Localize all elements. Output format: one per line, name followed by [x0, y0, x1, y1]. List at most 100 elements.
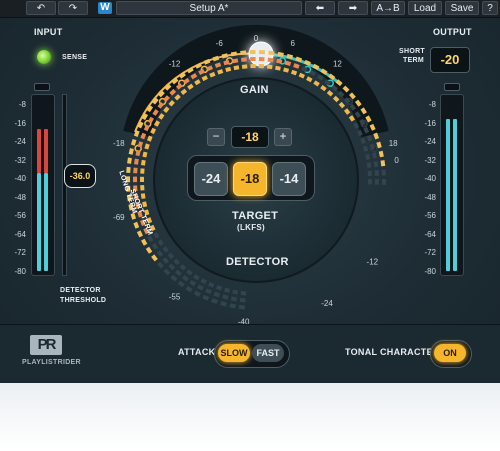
detector-segment	[239, 297, 246, 303]
detector-segment	[359, 118, 366, 126]
detector-segment	[306, 76, 313, 83]
detector-segment	[130, 139, 137, 146]
detector-segment	[212, 55, 220, 62]
detector-scale-label: -24	[321, 299, 333, 308]
detector-segment	[293, 63, 300, 69]
detector-segment	[197, 284, 204, 291]
detector-scale-label: 0	[394, 156, 399, 165]
gain-scale-label: 6	[291, 39, 296, 48]
output-meter-tick-label: -64	[424, 229, 436, 239]
detector-segment	[230, 296, 238, 302]
detector-segment	[366, 135, 373, 142]
target-preset-minus14[interactable]: -14	[272, 162, 306, 196]
detector-segment	[175, 83, 183, 90]
detector-segment	[142, 151, 148, 158]
detector-segment	[157, 261, 164, 269]
detector-segment	[147, 235, 154, 243]
detector-segment	[134, 158, 139, 165]
detector-segment	[371, 152, 377, 159]
gain-scale-label: 0	[254, 34, 259, 43]
detector-segment	[241, 64, 248, 69]
detector-segment	[298, 72, 305, 79]
detector-segment	[363, 126, 370, 134]
attack-slow-button[interactable]: SLOW	[218, 344, 250, 362]
detector-segment	[365, 115, 372, 123]
detector-segment	[301, 66, 308, 73]
detector-segment	[169, 88, 177, 96]
playlistrider-logo-icon: PR	[30, 335, 62, 355]
detector-segment	[206, 65, 214, 72]
detector-segment	[195, 62, 202, 69]
detector-segment	[373, 132, 380, 140]
detector-segment	[162, 257, 169, 264]
detector-segment	[316, 74, 324, 81]
detector-title: DETECTOR	[226, 256, 289, 268]
detector-segment	[168, 263, 176, 271]
gain-title: GAIN	[240, 84, 269, 96]
detector-segment	[178, 71, 186, 79]
detector-segment	[348, 115, 355, 122]
detector-segment	[171, 77, 179, 85]
attack-fast-button[interactable]: FAST	[252, 344, 284, 362]
detector-segment	[332, 95, 340, 103]
detector-segment	[275, 65, 281, 71]
detector-segment	[277, 51, 284, 57]
detector-segment	[140, 193, 146, 199]
detector-segment	[378, 150, 384, 158]
detector-segment	[173, 258, 180, 266]
detector-segment	[186, 269, 193, 276]
detector-segment	[136, 230, 143, 238]
gain-scale-label: -6	[216, 39, 224, 48]
detector-segment	[145, 246, 153, 254]
output-meter	[440, 94, 464, 276]
detector-segment	[146, 105, 154, 113]
detector-segment	[183, 77, 190, 85]
tonal-character-on-button[interactable]: ON	[434, 344, 466, 362]
detector-segment	[295, 56, 303, 63]
output-meter-tick-label: -56	[424, 211, 436, 220]
detector-segment	[230, 51, 238, 57]
detector-segment	[193, 290, 201, 297]
output-meter-tick-label: -24	[424, 137, 436, 146]
detector-segment	[343, 97, 351, 104]
detector-segment	[151, 254, 158, 262]
detector-segment	[215, 285, 223, 291]
detector-segment	[366, 162, 372, 168]
detector-segment	[193, 274, 200, 281]
detector-segment	[232, 289, 239, 295]
target-label: TARGET	[232, 210, 279, 222]
product-name: PLAYLISTRIDER	[22, 359, 81, 366]
detector-segment	[268, 50, 275, 56]
detector-segment	[203, 58, 211, 65]
detector-segment	[144, 143, 150, 150]
detector-segment	[163, 268, 171, 276]
detector-segment	[163, 106, 170, 113]
detector-segment	[142, 201, 148, 208]
target-plus-button[interactable]: +	[274, 128, 292, 146]
detector-segment	[213, 291, 221, 298]
target-preset-minus24[interactable]: -24	[194, 162, 228, 196]
detector-segment	[168, 100, 175, 107]
output-meter-bar-right	[453, 119, 457, 271]
detector-segment	[233, 65, 240, 71]
target-preset-minus18[interactable]: -18	[233, 162, 267, 196]
detector-segment	[320, 68, 328, 75]
detector-segment	[331, 84, 338, 92]
output-title: OUTPUT	[433, 27, 472, 37]
detector-segment	[284, 60, 292, 66]
detector-segment	[133, 130, 140, 137]
detector-segment	[353, 122, 360, 129]
detector-segment	[360, 107, 367, 115]
detector-segment	[205, 288, 212, 295]
target-minus-button[interactable]: −	[207, 128, 225, 146]
target-value-field[interactable]: -18	[231, 126, 269, 148]
output-meter-tick-label: -72	[424, 248, 436, 257]
detector-segment	[223, 60, 230, 66]
detector-segment	[174, 94, 181, 101]
detector-segment	[127, 157, 132, 164]
detector-segment	[240, 50, 247, 55]
detector-segment	[175, 269, 182, 277]
detector-segment	[354, 99, 362, 107]
detector-segment	[232, 58, 239, 64]
detector-segment	[156, 250, 164, 258]
